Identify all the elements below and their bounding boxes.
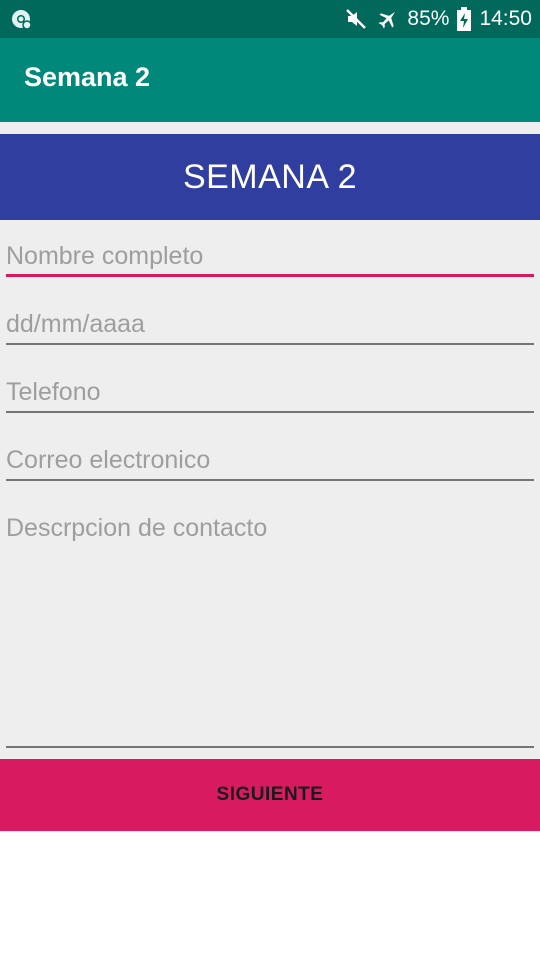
description-field [6, 500, 534, 748]
header-title: SEMANA 2 [182, 157, 358, 196]
header-banner: SEMANA 2 [0, 134, 540, 220]
birth-date-underline [6, 343, 534, 345]
battery-charging-icon [457, 7, 472, 31]
email-underline [6, 479, 534, 481]
status-bar: 85% 14:50 [0, 0, 540, 38]
form-container: SEMANA 2 SIGUIENTE [0, 122, 540, 832]
phone-underline [6, 411, 534, 413]
battery-percent: 85% [407, 7, 450, 30]
chrome-icon [10, 8, 32, 30]
status-icons: 85% 14:50 [345, 0, 532, 38]
full-name-input[interactable] [6, 227, 534, 277]
phone-input[interactable] [6, 363, 534, 413]
birth-date-field [6, 295, 534, 345]
description-input[interactable] [6, 500, 534, 748]
airplane-icon [377, 8, 399, 30]
mute-icon [345, 8, 369, 30]
status-time: 14:50 [479, 7, 532, 30]
next-button[interactable]: SIGUIENTE [0, 759, 540, 831]
full-name-underline [6, 274, 534, 277]
email-input[interactable] [6, 431, 534, 481]
description-underline [6, 746, 534, 748]
app-bar: Semana 2 [0, 38, 540, 122]
app-title: Semana 2 [24, 62, 151, 92]
birth-date-input[interactable] [6, 295, 534, 345]
email-field [6, 431, 534, 481]
phone-field [6, 363, 534, 413]
full-name-field [6, 227, 534, 277]
